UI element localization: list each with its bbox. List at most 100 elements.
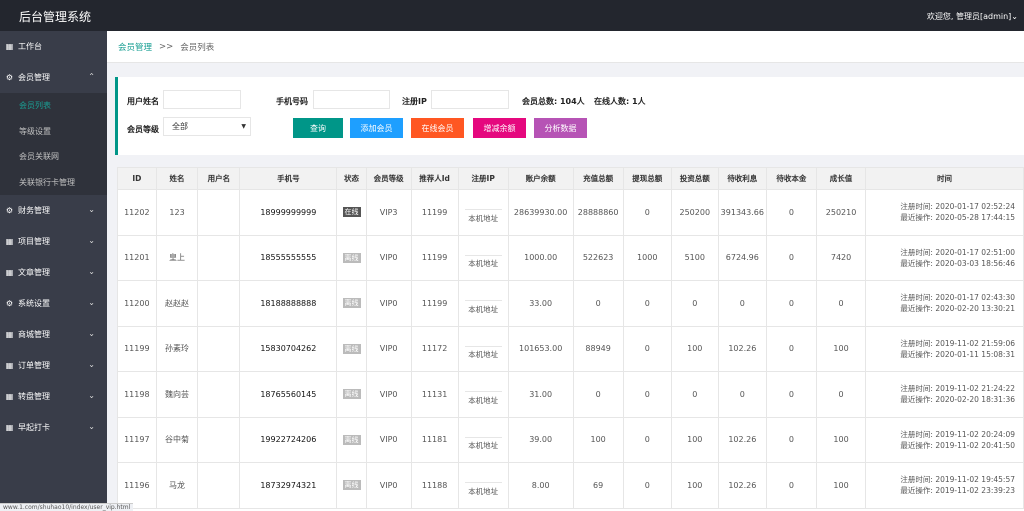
- ip-cell: 本机地址: [457, 280, 509, 327]
- ref-cell: 11188: [410, 462, 459, 509]
- user-menu[interactable]: 欢迎您, 管理员[admin]⌄: [927, 11, 1018, 22]
- last-operation-time: 最近操作: 2020-02-20 18:31:36: [900, 395, 1015, 405]
- balance-cell: 1000.00: [507, 234, 574, 281]
- username-input[interactable]: [163, 90, 241, 109]
- chevron-down-icon: ⌄: [88, 236, 95, 245]
- grid-icon: ▦: [5, 330, 14, 339]
- analyze-data-button[interactable]: 分析数据: [534, 118, 587, 138]
- sidebar-item-4[interactable]: ▦ 文章管理 ⌄: [0, 257, 107, 288]
- status-badge: 离线: [342, 298, 361, 309]
- sidebar-subitem-0[interactable]: 会员列表: [0, 93, 107, 119]
- invest-cell: 100: [670, 325, 719, 372]
- phone-cell: 18555555555: [239, 234, 338, 281]
- last-operation-time: 最近操作: 2019-11-02 23:39:23: [900, 486, 1015, 496]
- interest-cell: 0: [717, 371, 767, 418]
- id-cell: 11196: [117, 462, 157, 509]
- sidebar-item-label: 会员管理: [18, 73, 50, 82]
- sidebar-subitem-2[interactable]: 会员关联网: [0, 144, 107, 170]
- gear-icon: ⚙: [5, 73, 14, 82]
- table-row[interactable]: 11202 123 18999999999 在线 VIP3 11199 本机地址 286399…: [117, 189, 1024, 236]
- interest-cell: 6724.96: [717, 234, 767, 281]
- column-header: 推荐人Id: [410, 167, 459, 190]
- time-cell: 注册时间: 2020-01-17 02:43:30 最近操作: 2020-02-2…: [865, 280, 1024, 327]
- ip-input[interactable]: [431, 90, 509, 109]
- balance-cell: 33.00: [507, 280, 574, 327]
- phone-input[interactable]: [313, 90, 390, 109]
- phone-label: 手机号码: [276, 97, 308, 106]
- ip-label: 注册IP: [402, 97, 427, 106]
- ip-cell: 本机地址: [457, 462, 509, 509]
- withdraw-cell: 0: [622, 416, 672, 463]
- table-row[interactable]: 11198 魏向芸 18765560145 离线 VIP0 11131 本机地址 31.00 0…: [117, 371, 1024, 418]
- ip-divider: [464, 424, 502, 438]
- adjust-balance-button[interactable]: 增减余额: [473, 118, 526, 138]
- growth-cell: 0: [815, 280, 867, 327]
- invest-cell: 100: [670, 416, 719, 463]
- breadcrumb-parent[interactable]: 会员管理: [118, 41, 152, 53]
- column-header: 会员等级: [365, 167, 412, 190]
- chevron-down-icon: ⌄: [88, 298, 95, 307]
- principal-cell: 0: [765, 371, 818, 418]
- sidebar-item-5[interactable]: ⚙ 系统设置 ⌄: [0, 288, 107, 319]
- status-badge: 离线: [342, 480, 361, 491]
- table-row[interactable]: 11199 孙素玲 15830704262 离线 VIP0 11172 本机地址 101653…: [117, 325, 1024, 372]
- level-cell: VIP0: [365, 280, 412, 327]
- sidebar-item-2[interactable]: ⚙ 财务管理 ⌄: [0, 195, 107, 226]
- table-body: 11202 123 18999999999 在线 VIP3 11199 本机地址 286399…: [117, 189, 1024, 509]
- status-cell: 在线: [336, 189, 367, 236]
- sidebar-subitem-1[interactable]: 等级设置: [0, 118, 107, 144]
- table-row[interactable]: 11201 皇上 18555555555 离线 VIP0 11199 本机地址 1000.00…: [117, 234, 1024, 281]
- principal-cell: 0: [765, 280, 818, 327]
- ip-cell: 本机地址: [457, 325, 509, 372]
- add-member-button[interactable]: 添加会员: [350, 118, 403, 138]
- level-select[interactable]: 全部 ▼: [163, 117, 251, 136]
- status-badge: 在线: [342, 207, 361, 218]
- table-row[interactable]: 11200 赵赵赵 18188888888 离线 VIP0 11199 本机地址 33.00 0…: [117, 280, 1024, 327]
- ip-divider: [464, 242, 502, 256]
- level-select-value: 全部: [172, 122, 188, 131]
- recharge-cell: 522623: [572, 234, 624, 281]
- member-table: ID 姓名 用户名 手机号 状态 会员等级 推荐人Id 注册IP 账户余额 充值总额 提现总额 投资总…: [117, 167, 1024, 511]
- invest-cell: 100: [670, 462, 719, 509]
- status-cell: 离线: [336, 371, 367, 418]
- interest-cell: 102.26: [717, 325, 767, 372]
- chevron-down-icon: ⌄: [88, 329, 95, 338]
- username-label: 用户姓名: [127, 97, 159, 106]
- withdraw-cell: 0: [622, 462, 672, 509]
- column-header: 成长值: [815, 167, 867, 190]
- register-time: 注册时间: 2020-01-17 02:51:00: [900, 247, 1015, 257]
- column-header: 待收本金: [765, 167, 818, 190]
- ref-cell: 11131: [410, 371, 459, 418]
- grid-icon: ▦: [5, 237, 14, 246]
- table-row[interactable]: 11197 谷中菊 19922724206 离线 VIP0 11181 本机地址 39.00 1…: [117, 416, 1024, 463]
- register-time: 注册时间: 2020-01-17 02:43:30: [900, 293, 1015, 303]
- balance-cell: 101653.00: [507, 325, 574, 372]
- ref-cell: 11199: [410, 234, 459, 281]
- sidebar-item-1[interactable]: ⚙ 会员管理 ⌃: [0, 62, 107, 93]
- column-header: ID: [117, 167, 157, 190]
- ip-cell: 本机地址: [457, 189, 509, 236]
- balance-cell: 31.00: [507, 371, 574, 418]
- table-row[interactable]: 11196 马龙 18732974321 离线 VIP0 11188 本机地址 8.00 69 0…: [117, 462, 1024, 509]
- sidebar-item-6[interactable]: ▦ 商城管理 ⌄: [0, 319, 107, 350]
- sidebar-item-8[interactable]: ▦ 转盘管理 ⌄: [0, 381, 107, 412]
- sidebar-item-3[interactable]: ▦ 项目管理 ⌄: [0, 226, 107, 257]
- level-cell: VIP0: [365, 234, 412, 281]
- online-members-button[interactable]: 在线会员: [411, 118, 464, 138]
- sidebar-item-7[interactable]: ▦ 订单管理 ⌄: [0, 350, 107, 381]
- grid-icon: ▦: [5, 42, 14, 51]
- sidebar-item-9[interactable]: ▦ 早起打卡 ⌄: [0, 412, 107, 443]
- principal-cell: 0: [765, 416, 818, 463]
- search-button[interactable]: 查询: [293, 118, 343, 138]
- growth-cell: 100: [815, 325, 867, 372]
- ip-divider: [464, 333, 502, 347]
- column-header: 提现总额: [622, 167, 672, 190]
- online-count-stat: 在线人数: 1人: [594, 97, 646, 106]
- sidebar-item-0[interactable]: ▦ 工作台: [0, 31, 107, 62]
- ref-cell: 11199: [410, 189, 459, 236]
- ref-cell: 11172: [410, 325, 459, 372]
- sidebar-subitem-3[interactable]: 关联银行卡管理: [0, 169, 107, 195]
- name-cell: 皇上: [155, 234, 199, 281]
- register-time: 注册时间: 2019-11-02 21:59:06: [900, 338, 1015, 348]
- phone-cell: 19922724206: [239, 416, 338, 463]
